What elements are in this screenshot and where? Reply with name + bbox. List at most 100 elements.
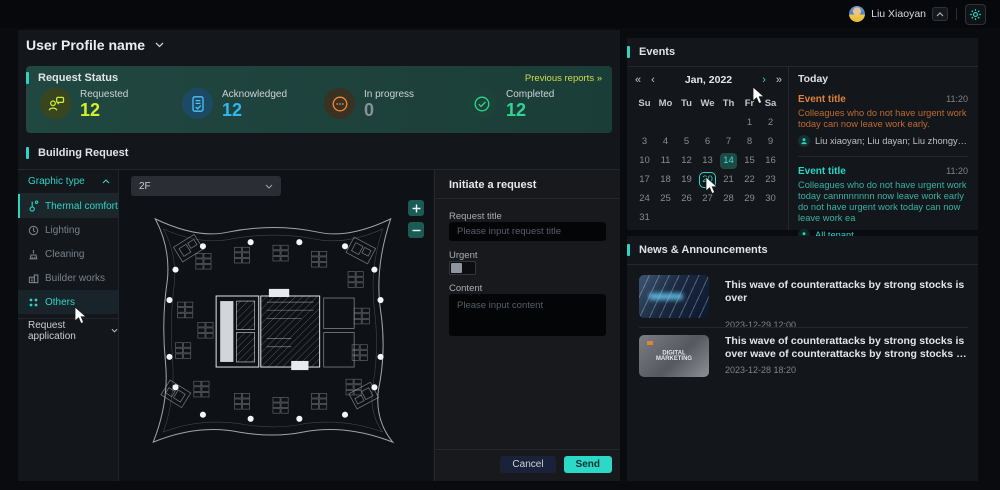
sidebar-item-others[interactable]: Others: [18, 290, 118, 314]
floorplan-canvas[interactable]: 2F: [118, 170, 433, 481]
calendar-day-empty: [760, 208, 781, 227]
settings-button[interactable]: [965, 3, 986, 25]
user-menu[interactable]: Liu Xiaoyan: [849, 6, 948, 22]
calendar-day[interactable]: 4: [655, 132, 676, 151]
calendar-day-header: Mo: [658, 98, 673, 109]
news-item[interactable]: DIGITAL MARKETING This wave of counterat…: [639, 335, 968, 377]
sidebar-item-thermal-comfort[interactable]: Thermal comfort: [18, 194, 118, 218]
section-accent: [26, 147, 29, 159]
calendar-day[interactable]: 19: [676, 170, 697, 189]
status-stats: Requested 12 Acknowledged 12 In progress…: [26, 86, 612, 119]
calendar-day[interactable]: 2: [760, 113, 781, 132]
news-item-date: 2023-12-29 12:00: [725, 320, 797, 330]
calendar-day[interactable]: 17: [634, 170, 655, 189]
grid-dots-icon: [29, 298, 38, 306]
divider: [639, 327, 968, 328]
user-name: Liu Xiaoyan: [871, 8, 926, 20]
calendar-day[interactable]: 24: [634, 189, 655, 208]
calendar-day[interactable]: 26: [676, 189, 697, 208]
event-description: Colleagues who do not have urgent work t…: [798, 180, 967, 223]
event-time: 11:20: [946, 166, 968, 176]
cancel-button[interactable]: Cancel: [500, 456, 556, 473]
chevron-up-icon: [102, 179, 110, 184]
form-title: Initiate a request: [449, 179, 537, 191]
calendar-next-year-button[interactable]: »: [776, 74, 782, 86]
stat-completed: Completed 12: [466, 88, 608, 119]
calendar-day[interactable]: 9: [760, 132, 781, 151]
calendar-day[interactable]: 22: [739, 170, 760, 189]
sidebar-item-builder-works[interactable]: Builder works: [18, 266, 118, 290]
floor-select[interactable]: 2F: [131, 176, 281, 196]
ellipsis-circle-icon: [324, 88, 355, 119]
calendar-day[interactable]: 16: [760, 151, 781, 170]
gear-icon: [970, 8, 981, 20]
calendar-prev-year-button[interactable]: «: [635, 74, 641, 86]
calendar-day[interactable]: 29: [739, 189, 760, 208]
user-menu-collapse-button[interactable]: [932, 7, 948, 21]
calendar-day[interactable]: 31: [634, 208, 655, 227]
urgent-toggle[interactable]: [449, 261, 476, 275]
calendar-day[interactable]: 3: [634, 132, 655, 151]
initiate-request-form: Initiate a request Request title Urgent …: [434, 170, 620, 481]
calendar-day[interactable]: 28: [718, 189, 739, 208]
calendar-day[interactable]: 7: [718, 132, 739, 151]
urgent-label: Urgent: [449, 250, 478, 261]
calendar-day-header: We: [700, 98, 715, 109]
calendar-day[interactable]: 30: [760, 189, 781, 208]
calendar-day[interactable]: 11: [655, 151, 676, 170]
chevron-down-icon: [155, 42, 164, 48]
calendar-day[interactable]: 15: [739, 151, 760, 170]
calendar-day[interactable]: 20: [697, 170, 718, 189]
section-accent: [26, 72, 29, 84]
calendar-next-month-button[interactable]: ›: [762, 74, 766, 86]
calendar-day-header: Tu: [681, 98, 692, 109]
content-textarea[interactable]: [449, 294, 606, 336]
calendar-day-empty: [676, 208, 697, 227]
calendar-day-empty: [676, 113, 697, 132]
event-time: 11:20: [946, 94, 968, 104]
previous-reports-link[interactable]: Previous reports »: [525, 73, 602, 84]
calendar-day[interactable]: 6: [697, 132, 718, 151]
request-title-input[interactable]: [449, 222, 606, 241]
request-application-toggle[interactable]: Request application: [18, 318, 118, 342]
chevron-down-icon: [265, 184, 273, 189]
graphic-type-toggle[interactable]: Graphic type: [18, 170, 118, 194]
thermometer-icon: [29, 200, 39, 212]
calendar-day[interactable]: 25: [655, 189, 676, 208]
thumbnail-text: DIGITAL MARKETING: [655, 350, 693, 362]
news-item-date: 2023-12-28 18:20: [725, 365, 797, 375]
calendar-day[interactable]: 1: [739, 113, 760, 132]
section-accent: [627, 244, 630, 256]
news-item[interactable]: This wave of counterattacks by strong st…: [639, 275, 968, 330]
calendar-day[interactable]: 27: [697, 189, 718, 208]
calendar-day[interactable]: 18: [655, 170, 676, 189]
calendar-day-empty: [718, 113, 739, 132]
topbar: Liu Xiaoyan: [0, 0, 1000, 28]
calendar-day[interactable]: 12: [676, 151, 697, 170]
calendar-day[interactable]: 14: [718, 151, 739, 170]
today-events: Today Event title 11:20 Colleagues who d…: [798, 66, 968, 241]
calendar-grid: Su Mo Tu We Th Fr Sa 1 2 3 4 5 6 7 8 9 10 11 12 13 14 15 16 17 1…: [634, 94, 781, 227]
calendar-day[interactable]: 13: [697, 151, 718, 170]
profile-selector[interactable]: User Profile name: [26, 37, 164, 53]
send-button[interactable]: Send: [563, 456, 612, 473]
event-item[interactable]: Event title 11:20 Colleagues who do not …: [798, 166, 968, 241]
chevron-down-icon: [111, 328, 118, 333]
calendar-day[interactable]: 8: [739, 132, 760, 151]
stat-value: 12: [80, 99, 101, 120]
calendar-day[interactable]: 5: [676, 132, 697, 151]
calendar-day[interactable]: 23: [760, 170, 781, 189]
stat-label: In progress: [364, 88, 415, 100]
request-application-label: Request application: [28, 319, 76, 342]
stat-label: Acknowledged: [222, 88, 288, 100]
page-title: User Profile name: [26, 37, 146, 53]
lightbulb-icon: [28, 225, 39, 235]
sidebar-item-cleaning[interactable]: Cleaning: [18, 242, 118, 266]
event-attendees: Liu xiaoyan; Liu dayan; Liu zhongyan; Li…: [815, 136, 968, 146]
sidebar-item-lighting[interactable]: Lighting: [18, 218, 118, 242]
sidebar-item-label: Builder works: [45, 272, 106, 284]
calendar-day[interactable]: 21: [718, 170, 739, 189]
document-check-icon: [182, 88, 213, 119]
calendar-day[interactable]: 10: [634, 151, 655, 170]
event-item[interactable]: Event title 11:20 Colleagues who do not …: [798, 94, 968, 157]
